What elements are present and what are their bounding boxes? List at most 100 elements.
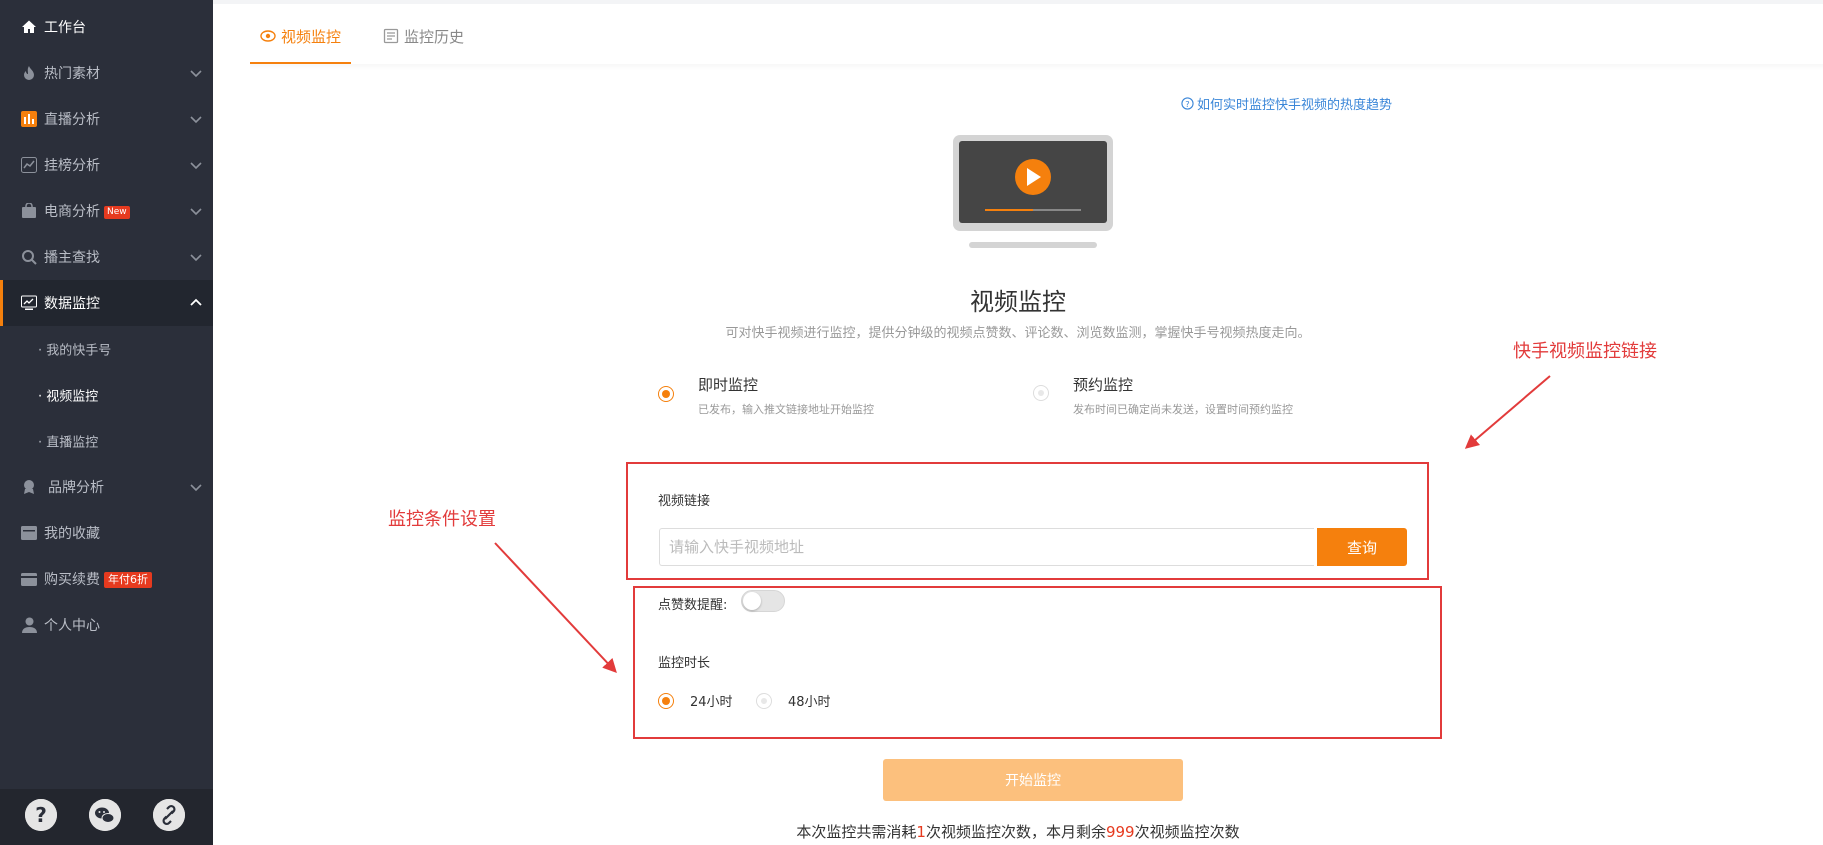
sidebar-subitem-video-monitor[interactable]: · 视频监控 <box>0 372 213 418</box>
mode-scheduled[interactable]: 预约监控 发布时间已确定尚未发送，设置时间预约监控 <box>1033 374 1293 417</box>
app: 工作台 热门素材 直播分析 挂榜分析 电商分析 New 播主查找 数据监控 · … <box>0 0 1823 845</box>
sidebar-item-ranking-analysis[interactable]: 挂榜分析 <box>0 142 213 188</box>
video-url-input[interactable] <box>659 528 1314 566</box>
help-link-text: 如何实时监控快手视频的热度趋势 <box>1197 98 1393 113</box>
duration-option-48h[interactable]: 48小时 <box>756 691 831 710</box>
brand-icon <box>20 478 38 496</box>
sidebar-subitem-label: · 视频监控 <box>38 389 99 405</box>
sidebar-item-label: 挂榜分析 <box>44 158 100 174</box>
sidebar-item-hot-materials[interactable]: 热门素材 <box>0 50 213 96</box>
sidebar: 工作台 热门素材 直播分析 挂榜分析 电商分析 New 播主查找 数据监控 · … <box>0 0 213 845</box>
annotation-conditions: 监控条件设置 <box>388 509 496 530</box>
like-alert-toggle[interactable] <box>741 590 785 612</box>
chevron-down-icon <box>190 484 202 492</box>
shopping-bag-icon <box>20 202 38 220</box>
svg-text:?: ? <box>1185 99 1189 109</box>
home-icon <box>20 18 38 36</box>
fire-icon <box>20 64 38 82</box>
video-monitor-illustration <box>951 133 1115 251</box>
sidebar-bottom-bar: ? <box>0 789 213 845</box>
duration-48h-radio[interactable] <box>756 692 772 709</box>
monitor-chart-icon <box>20 294 38 312</box>
sidebar-item-label: 电商分析 New <box>44 201 130 221</box>
tab-video-monitor[interactable]: 视频监控 <box>250 8 352 64</box>
wechat-icon[interactable] <box>89 799 121 831</box>
duration-label: 监控时长 <box>658 656 711 671</box>
chevron-down-icon <box>190 116 202 124</box>
sidebar-item-streamer-search[interactable]: 播主查找 <box>0 234 213 280</box>
tab-bar-shadow <box>250 64 1823 70</box>
cost-count: 1 <box>916 823 926 841</box>
sidebar-subitem-label: · 直播监控 <box>38 435 99 451</box>
mode-desc: 发布时间已确定尚未发送，设置时间预约监控 <box>1073 403 1293 416</box>
duration-option-24h[interactable]: 24小时 <box>658 691 733 710</box>
start-monitor-button[interactable]: 开始监控 <box>883 759 1183 801</box>
sidebar-item-label: 工作台 <box>44 20 86 36</box>
sidebar-item-label: 购买续费 年付6折 <box>44 569 152 589</box>
sidebar-item-live-analysis[interactable]: 直播分析 <box>0 96 213 142</box>
sidebar-item-personal-center[interactable]: 个人中心 <box>0 602 213 648</box>
help-icon[interactable]: ? <box>25 799 57 831</box>
duration-option-label: 48小时 <box>788 695 831 710</box>
new-badge: New <box>104 205 130 219</box>
chevron-down-icon <box>190 162 202 170</box>
question-circle-icon: ? <box>1181 97 1194 110</box>
mode-title: 即时监控 <box>698 376 759 394</box>
top-divider <box>213 0 1823 4</box>
link-icon[interactable] <box>153 799 185 831</box>
mode-instant[interactable]: 即时监控 已发布，输入推文链接地址开始监控 <box>658 374 874 417</box>
duration-option-label: 24小时 <box>690 695 733 710</box>
sidebar-item-data-monitor[interactable]: 数据监控 <box>0 280 213 326</box>
sidebar-item-label: 品牌分析 <box>48 480 104 496</box>
bookmark-icon <box>20 524 38 542</box>
duration-24h-radio[interactable] <box>658 692 674 709</box>
sidebar-item-label: 数据监控 <box>44 296 100 312</box>
sidebar-subitem-label: · 我的快手号 <box>38 343 112 359</box>
svg-text:?: ? <box>35 803 47 827</box>
like-alert-label: 点赞数提醒: <box>658 598 728 613</box>
chevron-down-icon <box>190 208 202 216</box>
eye-icon <box>260 30 276 42</box>
trend-icon <box>20 156 38 174</box>
discount-badge: 年付6折 <box>104 572 152 588</box>
chevron-up-icon <box>190 298 202 306</box>
sidebar-subitem-my-kuaishou[interactable]: · 我的快手号 <box>0 326 213 372</box>
sidebar-item-purchase[interactable]: 购买续费 年付6折 <box>0 556 213 602</box>
main-content: 视频监控 监控历史 ? 如何实时监控快手视频的热度趋势 视频监控 可对快手视频进… <box>213 0 1823 845</box>
tab-bar: 视频监控 监控历史 <box>250 8 496 64</box>
history-icon <box>383 28 399 44</box>
tab-label: 视频监控 <box>281 27 342 46</box>
query-button[interactable]: 查询 <box>1317 528 1407 566</box>
sidebar-item-workbench[interactable]: 工作台 <box>0 4 213 50</box>
sidebar-item-label: 播主查找 <box>44 250 100 266</box>
card-icon <box>20 570 38 588</box>
mode-desc: 已发布，输入推文链接地址开始监控 <box>698 403 874 416</box>
sidebar-item-label: 直播分析 <box>44 112 100 128</box>
usage-footnote: 本次监控共需消耗1次视频监控次数，本月剩余999次视频监控次数 <box>213 821 1823 842</box>
remaining-count: 999 <box>1105 823 1135 841</box>
chevron-down-icon <box>190 254 202 262</box>
footnote-text: 次视频监控次数 <box>1134 823 1240 841</box>
sidebar-item-brand-analysis[interactable]: 品牌分析 <box>0 464 213 510</box>
sidebar-item-ecommerce-analysis[interactable]: 电商分析 New <box>0 188 213 234</box>
search-icon <box>20 248 38 266</box>
mode-scheduled-radio[interactable] <box>1033 385 1049 401</box>
sidebar-item-favorites[interactable]: 我的收藏 <box>0 510 213 556</box>
user-icon <box>20 616 38 634</box>
video-link-label: 视频链接 <box>658 494 711 509</box>
mode-instant-radio[interactable] <box>658 386 674 402</box>
sidebar-item-label: 热门素材 <box>44 66 100 82</box>
footnote-text: 次视频监控次数，本月剩余 <box>925 823 1106 841</box>
help-link[interactable]: ? 如何实时监控快手视频的热度趋势 <box>1181 94 1392 113</box>
sidebar-item-label: 我的收藏 <box>44 526 100 542</box>
tab-monitor-history[interactable]: 监控历史 <box>373 8 474 64</box>
sidebar-subitem-live-monitor[interactable]: · 直播监控 <box>0 418 213 464</box>
chevron-down-icon <box>190 70 202 78</box>
sidebar-item-label: 个人中心 <box>44 618 100 634</box>
footnote-text: 本次监控共需消耗 <box>796 823 917 841</box>
page-title: 视频监控 <box>970 288 1066 316</box>
annotation-link: 快手视频监控链接 <box>1513 341 1657 362</box>
bar-chart-icon <box>20 110 38 128</box>
mode-title: 预约监控 <box>1073 376 1134 394</box>
tab-label: 监控历史 <box>404 27 465 46</box>
